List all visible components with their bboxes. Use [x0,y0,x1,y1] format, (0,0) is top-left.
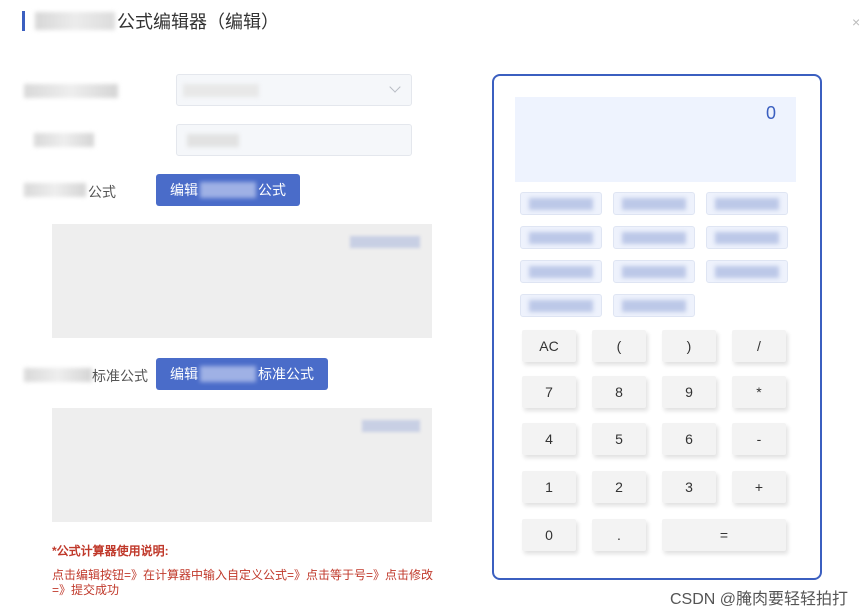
redacted-variable [529,300,593,312]
watermark: CSDN @腌肉要轻轻拍打 [669,591,848,608]
redacted-variable [715,266,779,278]
close-icon[interactable]: × [852,14,862,30]
variable-button[interactable] [520,294,602,317]
redacted-input-value [187,134,239,147]
redacted-variable [622,232,686,244]
key-2[interactable]: 2 [592,471,646,503]
key-9[interactable]: 9 [662,376,716,408]
display-value: 0 [765,103,776,123]
key-7[interactable]: 7 [522,376,576,408]
redacted-variable [715,232,779,244]
type-select[interactable] [176,74,412,106]
redacted-button-text [200,182,256,198]
key-left-paren[interactable]: ( [592,330,646,362]
key-0[interactable]: 0 [522,519,576,551]
key-plus[interactable]: + [732,471,786,503]
key-1[interactable]: 1 [522,471,576,503]
edit-formula-button-prefix: 编辑 [170,182,198,198]
name-input[interactable] [176,124,412,156]
std-formula-label: 标准公式 [92,368,148,384]
redacted-variable [529,266,593,278]
key-divide[interactable]: / [732,330,786,362]
variable-button[interactable] [520,226,602,249]
variable-button[interactable] [520,192,602,215]
redacted-button-text [200,366,256,382]
redacted-label [24,183,86,197]
redacted-formula [362,420,420,432]
calculator-display: 0 [515,97,796,182]
redacted-variable [622,266,686,278]
redacted-title-part [35,12,115,30]
calculator-panel: 0 AC ( ) / 7 8 9 * 4 5 6 - 1 2 3 + 0 . = [492,74,822,580]
variable-button[interactable] [706,226,788,249]
redacted-variable [529,232,593,244]
instructions-title: *公式计算器使用说明: [52,544,169,558]
variable-button[interactable] [613,226,695,249]
key-minus[interactable]: - [732,423,786,455]
instructions-body: 点击编辑按钮=》在计算器中输入自定义公式=》点击等于号=》点击修改=》提交成功 [52,568,434,597]
redacted-variable [529,198,593,210]
formula-label: 公式 [88,184,116,200]
redacted-label [34,133,94,147]
redacted-label [24,84,118,98]
key-6[interactable]: 6 [662,423,716,455]
title-accent-bar [22,11,25,31]
key-8[interactable]: 8 [592,376,646,408]
key-4[interactable]: 4 [522,423,576,455]
key-right-paren[interactable]: ) [662,330,716,362]
variable-button[interactable] [706,192,788,215]
redacted-formula [350,236,420,248]
key-3[interactable]: 3 [662,471,716,503]
dialog-title: 公式编辑器（编辑） [117,12,279,32]
variable-button[interactable] [613,260,695,283]
edit-formula-button[interactable]: 编辑 公式 [156,174,300,206]
redacted-select-value [183,84,259,97]
redacted-variable [622,198,686,210]
redacted-label [24,368,92,382]
redacted-variable [622,300,686,312]
formula-display-box [52,224,432,338]
std-formula-display-box [52,408,432,522]
key-dot[interactable]: . [592,519,646,551]
key-equals[interactable]: = [662,519,786,551]
edit-formula-button-suffix: 公式 [258,182,286,198]
variable-button[interactable] [706,260,788,283]
key-multiply[interactable]: * [732,376,786,408]
key-5[interactable]: 5 [592,423,646,455]
variable-button[interactable] [520,260,602,283]
key-ac[interactable]: AC [522,330,576,362]
edit-std-formula-button-suffix: 标准公式 [258,366,314,382]
variable-button[interactable] [613,294,695,317]
dialog-header: 公式编辑器（编辑） [22,10,279,32]
variable-button[interactable] [613,192,695,215]
edit-std-formula-button-prefix: 编辑 [170,366,198,382]
redacted-variable [715,198,779,210]
edit-std-formula-button[interactable]: 编辑 标准公式 [156,358,328,390]
chevron-down-icon [389,81,401,93]
